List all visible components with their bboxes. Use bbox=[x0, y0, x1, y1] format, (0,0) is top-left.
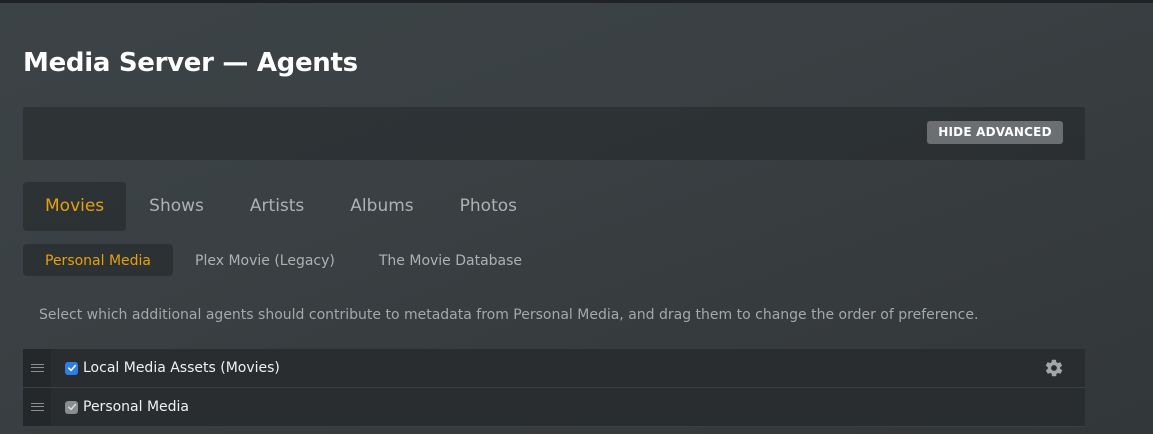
checkmark-icon bbox=[67, 403, 76, 411]
drag-handle-icon[interactable] bbox=[23, 388, 51, 426]
page-title: Media Server — Agents bbox=[23, 48, 358, 78]
window-top-edge bbox=[0, 0, 1153, 3]
agent-label: Local Media Assets (Movies) bbox=[83, 360, 280, 376]
agent-row[interactable]: Personal Media bbox=[23, 388, 1085, 427]
subtab-personal-media[interactable]: Personal Media bbox=[23, 244, 174, 276]
gear-icon[interactable] bbox=[1044, 358, 1064, 378]
subtab-the-movie-database[interactable]: The Movie Database bbox=[357, 244, 544, 276]
tab-movies[interactable]: Movies bbox=[23, 182, 127, 231]
agent-list: Local Media Assets (Movies) Personal Med… bbox=[23, 349, 1085, 427]
tab-photos[interactable]: Photos bbox=[437, 182, 540, 231]
tab-artists[interactable]: Artists bbox=[227, 182, 327, 231]
agent-checkbox[interactable] bbox=[65, 400, 78, 414]
hide-advanced-button[interactable]: HIDE ADVANCED bbox=[927, 121, 1063, 144]
checkmark-icon bbox=[67, 364, 76, 372]
drag-handle-icon[interactable] bbox=[23, 349, 51, 387]
agent-row[interactable]: Local Media Assets (Movies) bbox=[23, 349, 1085, 388]
agent-checkbox[interactable] bbox=[65, 361, 78, 375]
tab-shows[interactable]: Shows bbox=[126, 182, 227, 231]
agents-helper-text: Select which additional agents should co… bbox=[39, 307, 979, 323]
advanced-toolbar: HIDE ADVANCED bbox=[23, 107, 1085, 160]
tab-albums[interactable]: Albums bbox=[327, 182, 436, 231]
agent-label: Personal Media bbox=[83, 399, 190, 415]
subtab-plex-movie-legacy[interactable]: Plex Movie (Legacy) bbox=[173, 244, 357, 276]
library-type-tabs: Movies Shows Artists Albums Photos bbox=[23, 182, 540, 231]
agent-subtabs: Personal Media Plex Movie (Legacy) The M… bbox=[23, 244, 544, 276]
